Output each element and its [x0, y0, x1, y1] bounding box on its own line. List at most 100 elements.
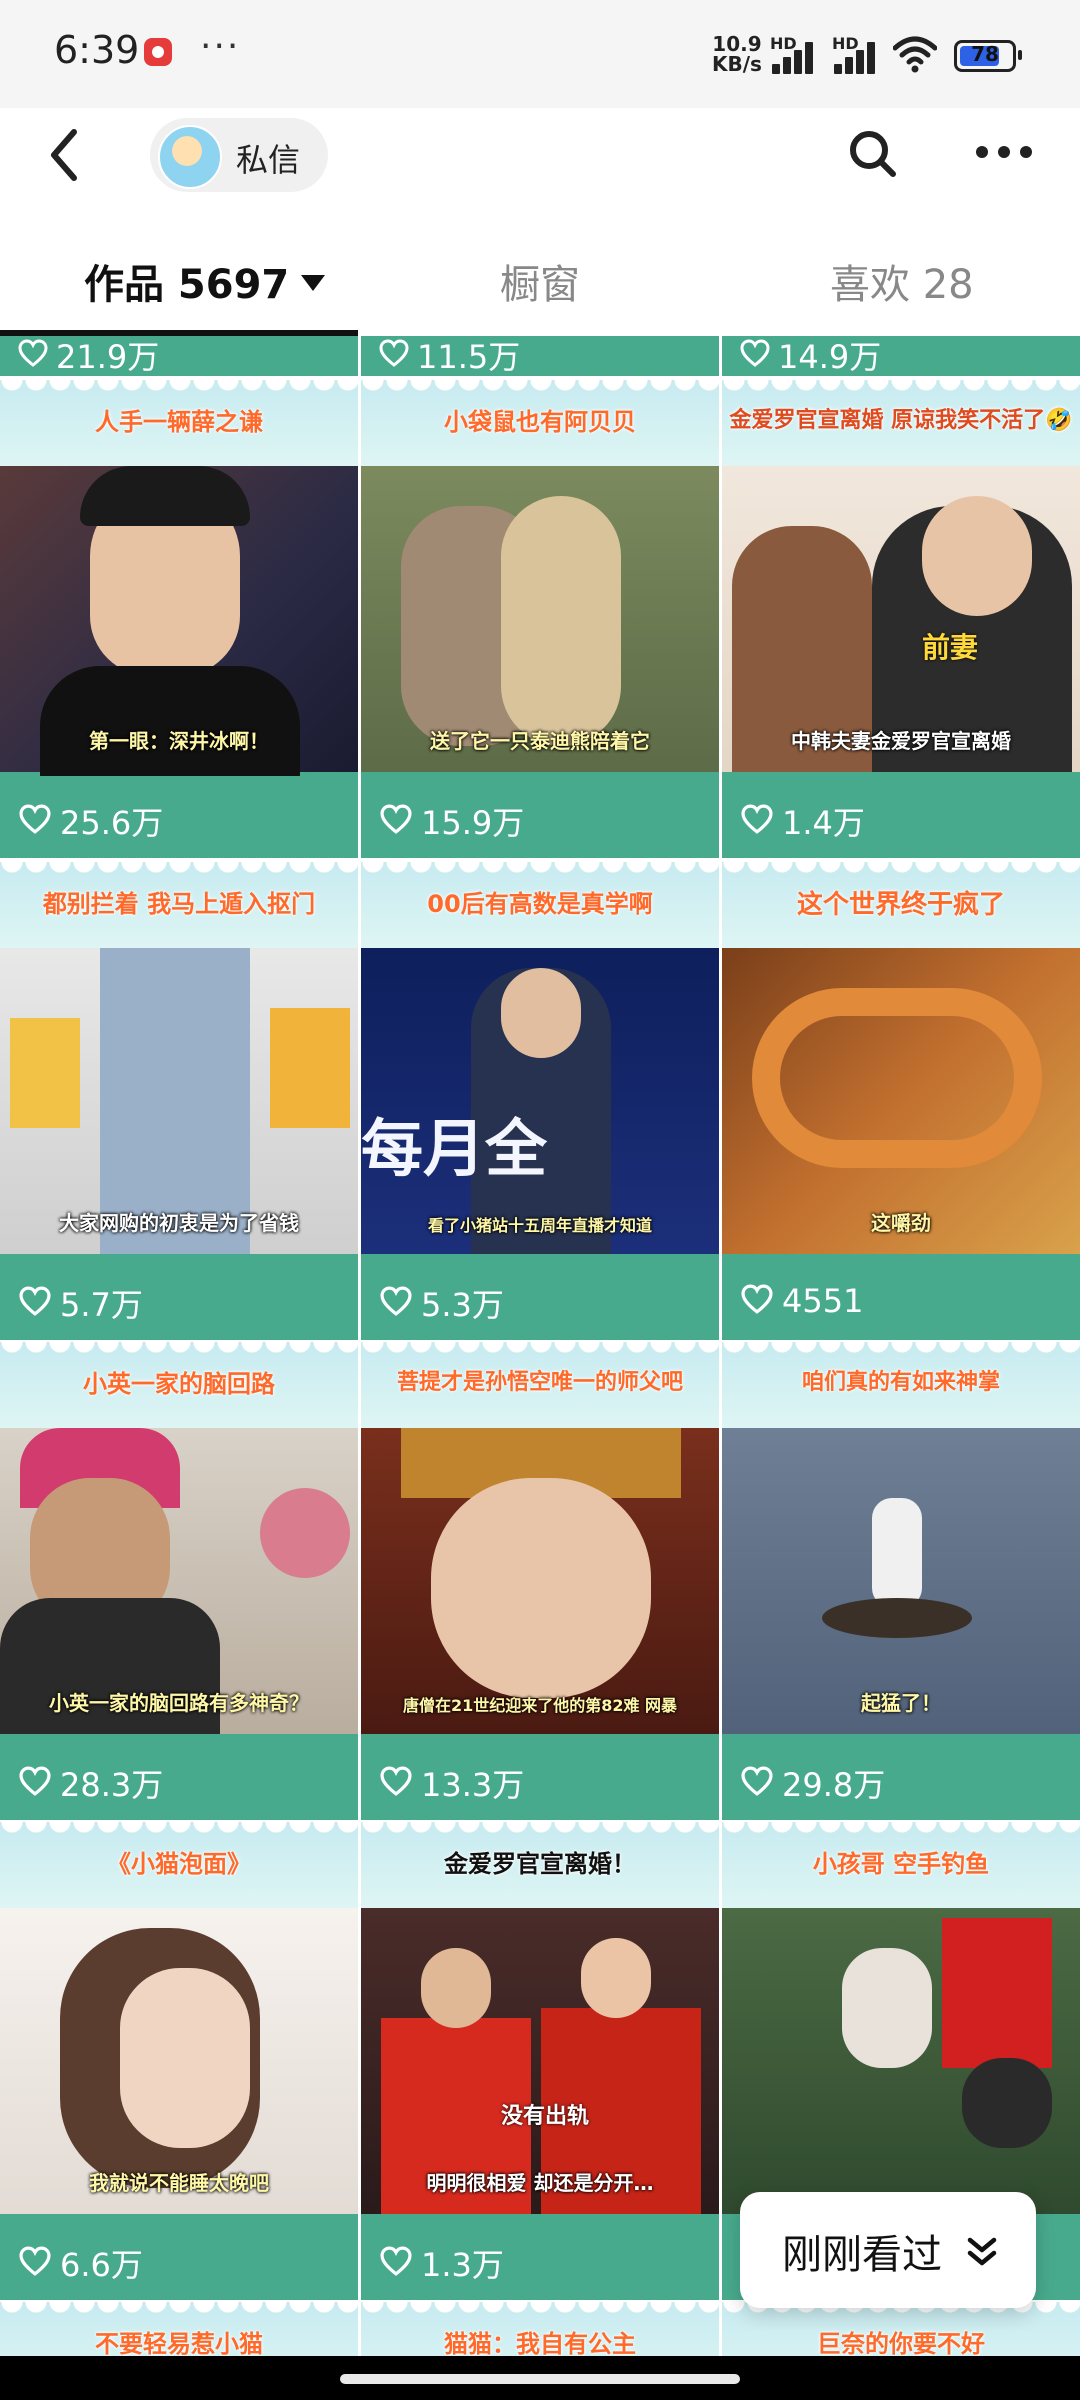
video-thumbnail: 小英一家的脑回路 小英一家的脑回路有多神奇？	[0, 1342, 358, 1734]
heart-icon	[740, 339, 770, 367]
video-caption: 00后有高数是真学啊	[427, 890, 653, 918]
like-count: 14.9万	[778, 338, 882, 376]
video-caption: 《小猫泡面》	[107, 1850, 251, 1878]
status-bar: 6:39 ··· 10.9 KB/s HD HD 78	[0, 0, 1080, 108]
heart-icon	[18, 339, 48, 367]
video-tile[interactable]: 人手一辆薛之谦 第一眼：深井冰啊！ 25.6万	[0, 380, 358, 858]
video-caption: 不要轻易惹小猫	[95, 2330, 263, 2356]
heart-icon	[19, 1286, 51, 1316]
heart-icon	[19, 2246, 51, 2276]
tab-showcase[interactable]: 橱窗	[500, 252, 580, 310]
tab-works[interactable]: 作品 5697	[84, 252, 326, 310]
video-tile-partial[interactable]: 21.9万	[0, 336, 358, 376]
video-tile[interactable]: 前妻 金爱罗官宣离婚 原谅我笑不活了🤣 中韩夫妻金爱罗官宣离婚 1.4万	[722, 380, 1080, 858]
app-notification-icon	[144, 38, 172, 66]
video-subtitle: 看了小猪站十五周年直播才知道	[427, 1216, 652, 1235]
video-overlay-text: 没有出轨	[501, 2104, 590, 2129]
network-speed-value: 10.9	[712, 32, 762, 56]
video-tile-partial[interactable]: 猫猫：我自有公主	[361, 2302, 719, 2356]
video-caption: 菩提才是孙悟空唯一的师父吧	[396, 1370, 683, 1395]
like-count: 11.5万	[417, 338, 521, 376]
like-count: 4551	[782, 1282, 864, 1320]
more-horizontal-icon[interactable]	[974, 142, 1034, 162]
like-count: 29.8万	[782, 1766, 886, 1804]
video-caption: 都别拦着 我马上遁入抠门	[42, 890, 316, 918]
video-caption: 人手一辆薛之谦	[95, 408, 263, 436]
video-thumbnail: 《小猫泡面》 我就说不能睡太晚吧	[0, 1822, 358, 2214]
heart-icon	[741, 804, 773, 834]
chevron-left-icon[interactable]	[40, 120, 90, 190]
search-icon[interactable]	[845, 126, 901, 182]
heart-icon	[380, 2246, 412, 2276]
heart-icon	[19, 804, 51, 834]
video-caption: 巨奈的你要不好	[817, 2330, 985, 2356]
video-subtitle: 大家网购的初衷是为了省钱	[59, 1211, 299, 1235]
double-chevron-down-icon	[967, 2237, 997, 2266]
video-thumbnail: 没有出轨 金爱罗官宣离婚！ 明明很相爱 却还是分开…	[361, 1822, 719, 2214]
video-caption: 猫猫：我自有公主	[444, 2330, 636, 2356]
private-message-button[interactable]: 私信	[150, 118, 328, 192]
status-time: 6:39	[54, 28, 140, 72]
battery-icon: 78	[954, 40, 1022, 72]
like-count: 6.6万	[60, 2246, 143, 2284]
heart-icon	[19, 1766, 51, 1796]
tab-likes[interactable]: 喜欢 28	[830, 252, 974, 310]
video-overlay-text: 每月全	[361, 1112, 548, 1185]
video-subtitle: 送了它一只泰迪熊陪着它	[430, 729, 650, 753]
battery-level: 78	[971, 42, 999, 66]
video-subtitle: 起猛了！	[861, 1691, 941, 1715]
tab-works-label: 作品 5697	[84, 262, 290, 308]
private-message-label: 私信	[236, 141, 301, 179]
heart-icon	[380, 1766, 412, 1796]
home-indicator[interactable]	[340, 2374, 740, 2384]
video-caption: 金爱罗官宣离婚！	[444, 1850, 636, 1878]
video-subtitle: 我就说不能睡太晚吧	[89, 2171, 269, 2195]
like-count: 1.3万	[421, 2246, 504, 2284]
video-tile[interactable]: 《小猫泡面》 我就说不能睡太晚吧 6.6万	[0, 1822, 358, 2300]
video-tile-partial[interactable]: 不要轻易惹小猫	[0, 2302, 358, 2356]
wifi-icon	[893, 36, 937, 73]
video-thumbnail: 每月全 00后有高数是真学啊 看了小猪站十五周年直播才知道	[361, 862, 719, 1254]
heart-icon	[741, 1766, 773, 1796]
signal-icon-1	[772, 38, 822, 74]
like-count: 28.3万	[60, 1766, 164, 1804]
video-tile[interactable]: 这个世界终于疯了 这嚼劲 4551	[722, 862, 1080, 1340]
video-subtitle: 中韩夫妻金爱罗官宣离婚	[791, 729, 1011, 753]
video-tile[interactable]: 小袋鼠也有阿贝贝 送了它一只泰迪熊陪着它 15.9万	[361, 380, 719, 858]
status-more-icon: ···	[200, 26, 241, 67]
video-thumbnail: 都别拦着 我马上遁入抠门 大家网购的初衷是为了省钱	[0, 862, 358, 1254]
video-overlay-text: 前妻	[922, 631, 979, 664]
network-speed: 10.9 KB/s	[712, 34, 762, 74]
caret-down-icon	[301, 275, 326, 291]
video-tile[interactable]: 菩提才是孙悟空唯一的师父吧 唐僧在21世纪迎来了他的第82难 网暴 13.3万	[361, 1342, 719, 1820]
video-tile[interactable]: 小英一家的脑回路 小英一家的脑回路有多神奇？ 28.3万	[0, 1342, 358, 1820]
video-subtitle: 明明很相爱 却还是分开…	[426, 2171, 654, 2195]
video-tile-partial[interactable]: 14.9万	[722, 336, 1080, 376]
like-count: 25.6万	[60, 804, 164, 842]
video-thumbnail: 小孩哥 空手钓鱼	[722, 1822, 1080, 2214]
video-caption: 这个世界终于疯了	[796, 890, 1005, 920]
video-tile[interactable]: 没有出轨 金爱罗官宣离婚！ 明明很相爱 却还是分开… 1.3万	[361, 1822, 719, 2300]
video-tile[interactable]: 咱们真的有如来神掌 起猛了！ 29.8万	[722, 1342, 1080, 1820]
heart-icon	[380, 804, 412, 834]
video-subtitle: 这嚼劲	[871, 1211, 931, 1235]
like-count: 13.3万	[421, 1766, 525, 1804]
recently-watched-button[interactable]: 刚刚看过	[740, 2192, 1036, 2308]
like-count: 5.3万	[421, 1286, 504, 1324]
video-caption: 小英一家的脑回路	[83, 1370, 275, 1398]
like-count: 21.9万	[56, 338, 160, 376]
video-thumbnail: 咱们真的有如来神掌 起猛了！	[722, 1342, 1080, 1734]
video-caption: 咱们真的有如来神掌	[801, 1370, 1000, 1395]
like-count: 1.4万	[782, 804, 865, 842]
video-tile[interactable]: 都别拦着 我马上遁入抠门 大家网购的初衷是为了省钱 5.7万	[0, 862, 358, 1340]
like-count: 15.9万	[421, 804, 525, 842]
video-subtitle: 小英一家的脑回路有多神奇？	[49, 1691, 309, 1715]
video-tile-partial[interactable]: 巨奈的你要不好	[722, 2302, 1080, 2356]
system-navigation-bar	[0, 2356, 1080, 2400]
heart-icon	[741, 1284, 773, 1314]
video-grid: 21.9万 11.5万 14.9万 人手一辆薛之谦 第一眼：深井冰啊！ 25.6…	[0, 336, 1080, 2356]
video-caption: 小袋鼠也有阿贝贝	[444, 408, 636, 436]
video-tile[interactable]: 每月全 00后有高数是真学啊 看了小猪站十五周年直播才知道 5.3万	[361, 862, 719, 1340]
video-subtitle: 第一眼：深井冰啊！	[89, 729, 269, 753]
video-tile-partial[interactable]: 11.5万	[361, 336, 719, 376]
